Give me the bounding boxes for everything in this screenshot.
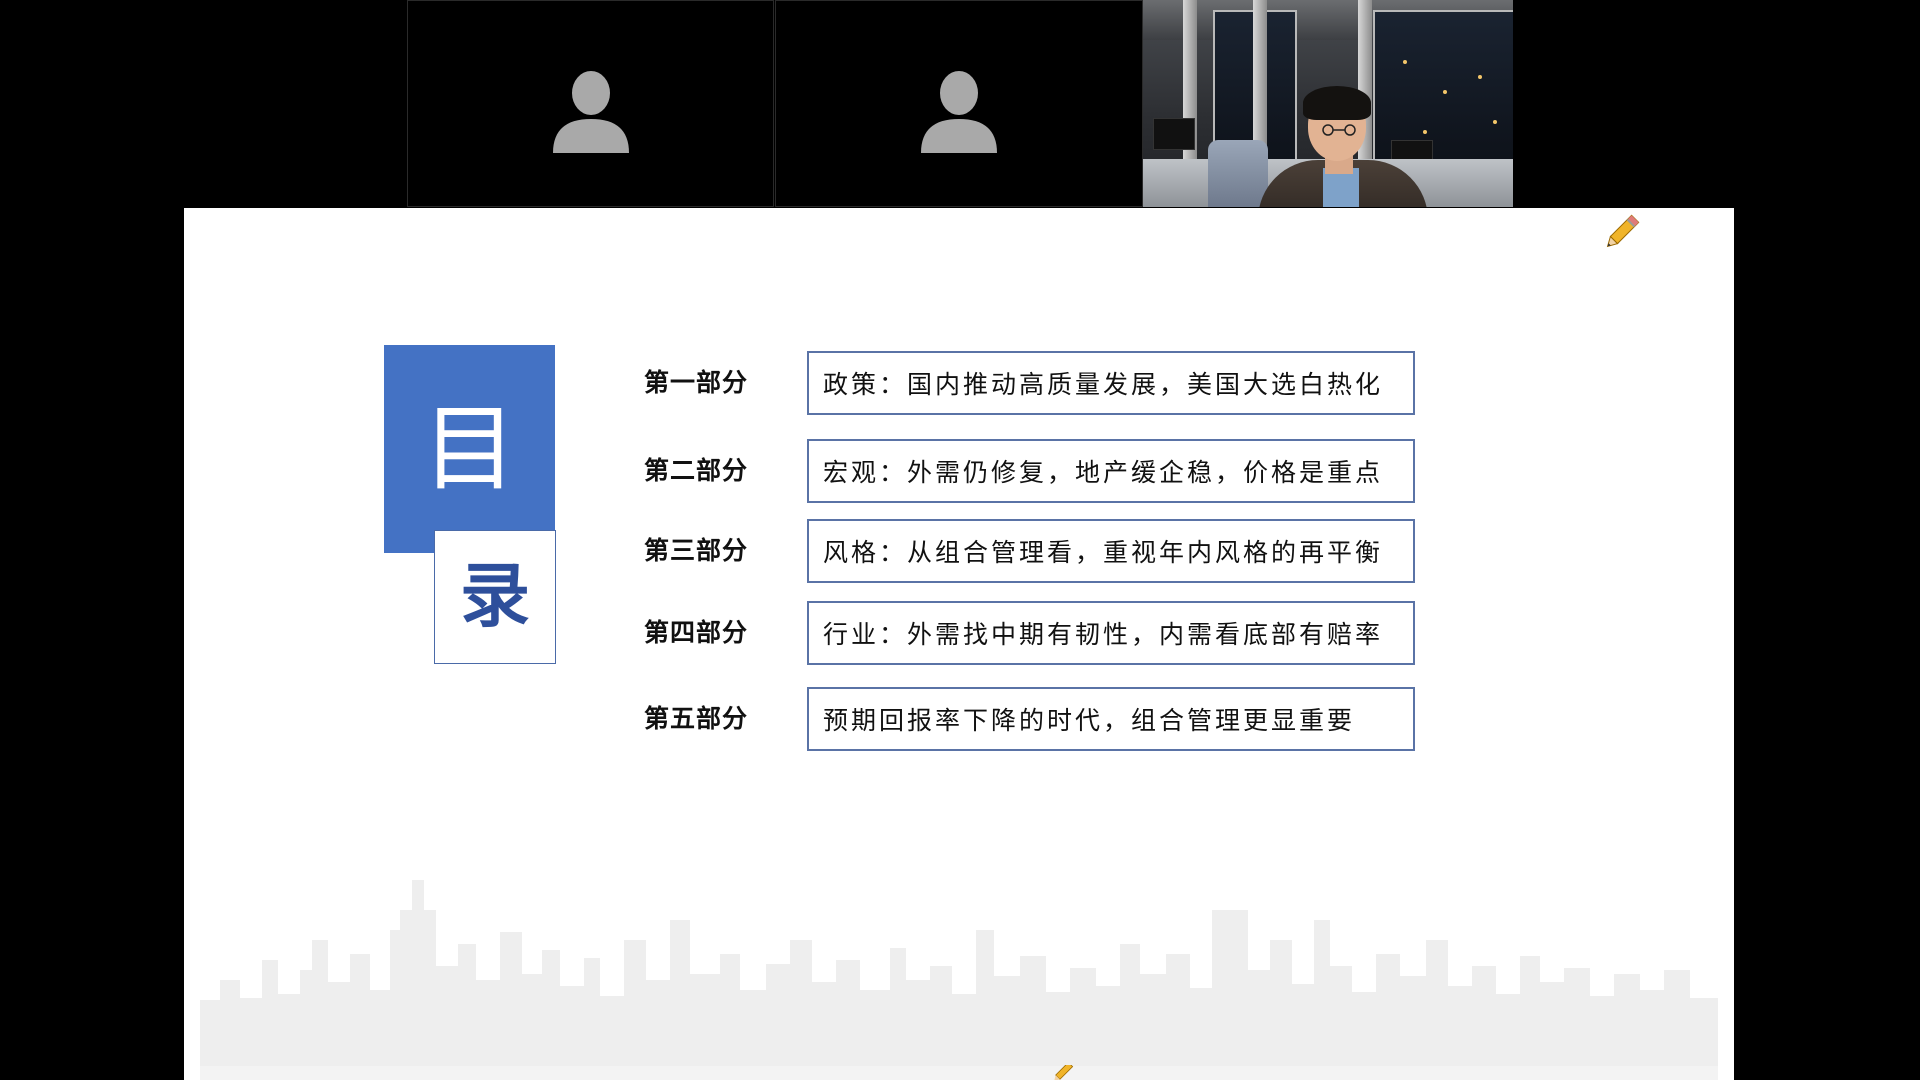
toc-text: 政策：国内推动高质量发展，美国大选白热化 — [823, 370, 1384, 399]
participant-tile[interactable] — [407, 0, 774, 207]
participant-tile[interactable] — [775, 0, 1143, 207]
participant-video[interactable] — [1143, 0, 1513, 207]
camera-feed — [1143, 0, 1513, 207]
person-silhouette-icon — [921, 69, 997, 153]
person-silhouette-icon — [552, 69, 629, 153]
toc-row: 第三部分 风格：从组合管理看，重视年内风格的再平衡 — [184, 519, 1734, 583]
meeting-window: 目 录 第一部分 政策：国内推动高质量发展，美国大选白热化 第二部分 宏观：外需… — [0, 0, 1920, 1080]
shared-slide: 目 录 第一部分 政策：国内推动高质量发展，美国大选白热化 第二部分 宏观：外需… — [184, 208, 1734, 1080]
toc-row: 第五部分 预期回报率下降的时代，组合管理更显重要 — [184, 687, 1734, 751]
toc-label: 第五部分 — [644, 704, 749, 733]
toc-label: 第一部分 — [644, 368, 749, 397]
toc-row: 第二部分 宏观：外需仍修复，地产缓企稳，价格是重点 — [184, 439, 1734, 503]
pencil-icon[interactable] — [1050, 1065, 1074, 1080]
skyline-watermark — [200, 880, 1718, 1080]
toc-box: 宏观：外需仍修复，地产缓企稳，价格是重点 — [807, 439, 1415, 503]
toc-box: 风格：从组合管理看，重视年内风格的再平衡 — [807, 519, 1415, 583]
toc-label: 第二部分 — [644, 456, 749, 485]
toc-box: 预期回报率下降的时代，组合管理更显重要 — [807, 687, 1415, 751]
toc-text: 预期回报率下降的时代，组合管理更显重要 — [823, 706, 1356, 735]
toc-text: 行业：外需找中期有韧性，内需看底部有赔率 — [823, 620, 1384, 649]
toc-row: 第四部分 行业：外需找中期有韧性，内需看底部有赔率 — [184, 601, 1734, 665]
toc-label: 第三部分 — [644, 536, 749, 565]
toc-text: 宏观：外需仍修复，地产缓企稳，价格是重点 — [823, 458, 1384, 487]
toc-label: 第四部分 — [644, 618, 749, 647]
toc-box: 行业：外需找中期有韧性，内需看底部有赔率 — [807, 601, 1415, 665]
toc-box: 政策：国内推动高质量发展，美国大选白热化 — [807, 351, 1415, 415]
toc-row: 第一部分 政策：国内推动高质量发展，美国大选白热化 — [184, 351, 1734, 415]
pencil-icon[interactable] — [1599, 211, 1643, 255]
toc-text: 风格：从组合管理看，重视年内风格的再平衡 — [823, 538, 1384, 567]
